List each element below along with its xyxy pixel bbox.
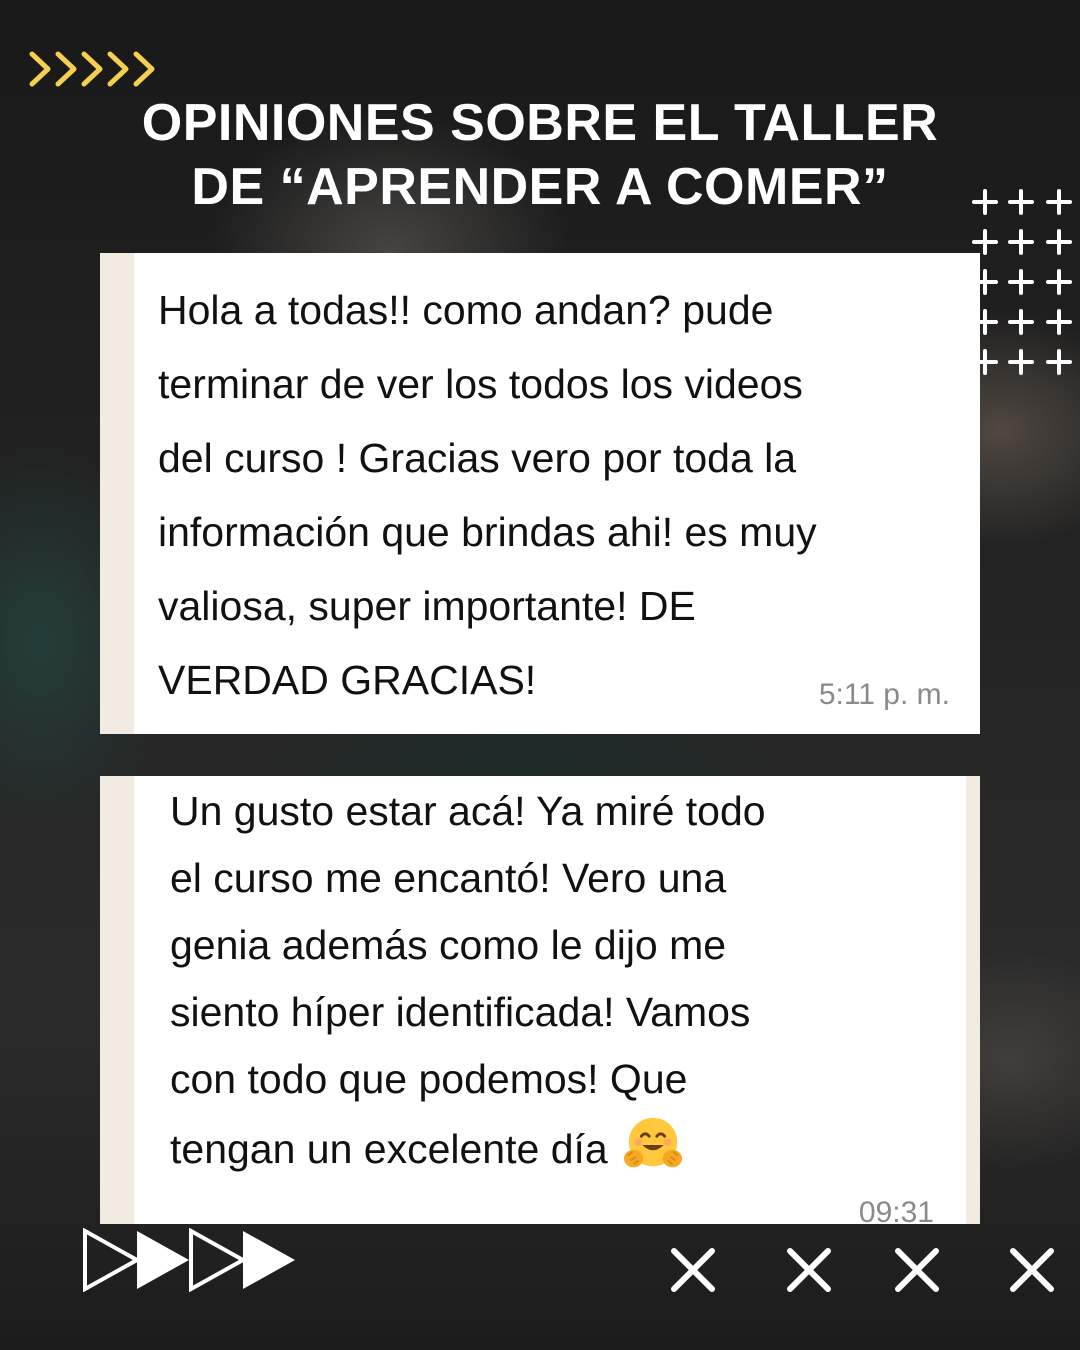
chat-wallpaper-strip [966, 776, 980, 1224]
close-icon [895, 1248, 939, 1292]
message-line: información que brindas ahi! es muy [158, 509, 817, 555]
message-text: Un gusto estar acá! Ya miré todo el curs… [170, 778, 960, 1183]
close-icon [1010, 1248, 1054, 1292]
testimonial-message-card: Un gusto estar acá! Ya miré todo el curs… [100, 776, 980, 1224]
chat-wallpaper-strip [100, 253, 134, 734]
message-line: Un gusto estar acá! Ya miré todo [170, 788, 766, 834]
message-line: genia además como le dijo me [170, 922, 727, 968]
page-title-line-1: OPINIONES SOBRE EL TALLER [141, 94, 939, 152]
testimonial-message-card: Hola a todas!! como andan? pude terminar… [100, 253, 980, 734]
message-line: el curso me encantó! Vero una [170, 855, 727, 901]
message-timestamp: 09:31 [858, 1196, 934, 1224]
message-timestamp: 5:11 p. m. [818, 678, 950, 711]
message-line: del curso ! Gracias vero por toda la [158, 435, 797, 481]
message-line: Hola a todas!! como andan? pude [158, 287, 774, 333]
close-icon [671, 1248, 715, 1292]
message-text: Hola a todas!! como andan? pude terminar… [158, 273, 958, 717]
message-line: tengan un excelente día [170, 1126, 608, 1172]
message-line: valiosa, super importante! DE [158, 583, 696, 629]
page-title-line-2: DE “APRENDER A COMER” [191, 158, 889, 216]
message-line: siento híper identificada! Vamos [170, 989, 751, 1035]
chat-wallpaper-strip [100, 776, 134, 1224]
close-icon [787, 1248, 831, 1292]
message-line: con todo que podemos! Que [170, 1056, 688, 1102]
plus-grid-icon [972, 189, 1072, 375]
chevrons-right-icon [29, 51, 155, 87]
message-line: terminar de ver los todos los videos [158, 361, 803, 407]
hugging-face-icon [623, 1117, 682, 1168]
play-arrows-icon [83, 1228, 295, 1292]
